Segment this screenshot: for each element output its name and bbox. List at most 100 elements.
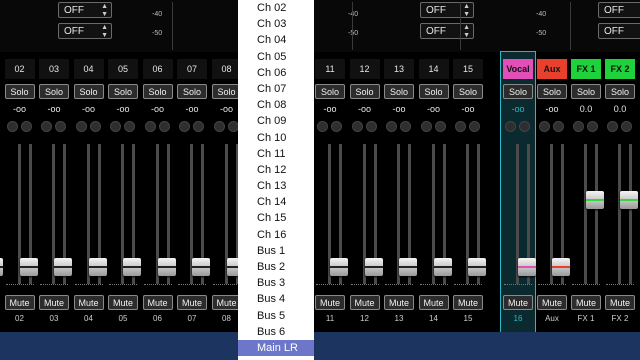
knob-icon[interactable] bbox=[607, 121, 618, 132]
knob-icon[interactable] bbox=[469, 121, 480, 132]
solo-button[interactable]: Solo bbox=[211, 84, 242, 99]
knob-icon[interactable] bbox=[6, 121, 18, 132]
knob-icon[interactable] bbox=[158, 121, 170, 132]
solo-button[interactable]: Solo bbox=[605, 84, 635, 99]
dropdown-option[interactable]: Ch 05 bbox=[238, 49, 314, 65]
channel-number[interactable]: 03 bbox=[39, 59, 69, 79]
channel-number[interactable]: 15 bbox=[453, 59, 483, 79]
dropdown-option[interactable]: Ch 02 bbox=[238, 0, 314, 16]
channel-number[interactable]: 12 bbox=[349, 59, 380, 79]
channel-select-dropdown[interactable]: Ch 02 Ch 03 Ch 04 Ch 05 Ch 06 Ch 07 Ch 08 Ch 09… bbox=[238, 0, 314, 360]
mute-button[interactable]: Mute bbox=[537, 295, 567, 310]
knob-icon[interactable] bbox=[386, 121, 397, 132]
channel-number[interactable]: 14 bbox=[418, 59, 449, 79]
solo-button[interactable]: Solo bbox=[537, 84, 567, 99]
channel-number[interactable]: 08 bbox=[211, 59, 242, 79]
knob-icon[interactable] bbox=[519, 121, 530, 132]
knob-icon[interactable] bbox=[434, 121, 446, 132]
mute-button[interactable]: Mute bbox=[177, 295, 207, 310]
knob-icon[interactable] bbox=[539, 121, 550, 132]
channel-number[interactable]: 05 bbox=[108, 59, 138, 79]
channel-strip[interactable]: 13 Solo -oo Mute 13 bbox=[382, 52, 417, 332]
knob-icon[interactable] bbox=[587, 121, 598, 132]
solo-button[interactable]: Solo bbox=[108, 84, 138, 99]
mute-button[interactable]: Mute bbox=[571, 295, 601, 310]
channel-strip[interactable]: 02 Solo -oo Mute 02 bbox=[3, 52, 38, 332]
channel-strip[interactable]: 07 Solo -oo Mute 07 bbox=[175, 52, 210, 332]
mute-button[interactable]: Mute bbox=[349, 295, 380, 310]
dropdown-option[interactable]: Ch 11 bbox=[238, 146, 314, 162]
fader-handle[interactable] bbox=[552, 258, 570, 277]
dropdown-option[interactable]: Ch 06 bbox=[238, 65, 314, 81]
channel-number[interactable]: FX 1 bbox=[571, 59, 601, 79]
channel-number[interactable]: 06 bbox=[142, 59, 173, 79]
knob-icon[interactable] bbox=[505, 121, 516, 132]
dropdown-option[interactable]: Ch 03 bbox=[238, 16, 314, 32]
dropdown-option[interactable]: Ch 10 bbox=[238, 130, 314, 146]
dropdown-option[interactable]: Main LR bbox=[238, 339, 314, 357]
mute-button[interactable]: Mute bbox=[503, 295, 533, 310]
dropdown-option[interactable]: Bus 4 bbox=[238, 291, 314, 307]
channel-strip[interactable]: Aux Solo -oo Mute Aux bbox=[535, 52, 570, 332]
knob-icon[interactable] bbox=[75, 121, 87, 132]
channel-number[interactable]: FX 2 bbox=[605, 59, 635, 79]
dropdown-option[interactable]: Bus 3 bbox=[238, 275, 314, 291]
solo-button[interactable]: Solo bbox=[349, 84, 380, 99]
knob-icon[interactable] bbox=[20, 121, 32, 132]
fader-handle[interactable] bbox=[19, 258, 38, 277]
fader-handle[interactable] bbox=[468, 258, 486, 277]
dropdown-option[interactable]: Ch 12 bbox=[238, 162, 314, 178]
mute-button[interactable]: Mute bbox=[211, 295, 242, 310]
fader-handle[interactable] bbox=[157, 258, 176, 277]
channel-number[interactable]: 07 bbox=[177, 59, 207, 79]
dropdown-option[interactable]: Bus 1 bbox=[238, 243, 314, 259]
dropdown-option[interactable]: Ch 07 bbox=[238, 81, 314, 97]
solo-button[interactable]: Solo bbox=[73, 84, 104, 99]
mute-button[interactable]: Mute bbox=[315, 295, 345, 310]
channel-strip[interactable]: 05 Solo -oo Mute 05 bbox=[106, 52, 141, 332]
channel-strip[interactable]: 15 Solo -oo Mute 15 bbox=[451, 52, 486, 332]
solo-button[interactable]: Solo bbox=[571, 84, 601, 99]
knob-icon[interactable] bbox=[213, 121, 225, 132]
channel-number[interactable]: 11 bbox=[315, 59, 345, 79]
channel-strip[interactable]: 12 Solo -oo Mute 12 bbox=[348, 52, 383, 332]
knob-icon[interactable] bbox=[89, 121, 101, 132]
fader-handle[interactable] bbox=[88, 258, 107, 277]
channel-strip[interactable]: 11 Solo -oo Mute 11 bbox=[313, 52, 348, 332]
fader-handle[interactable] bbox=[364, 258, 383, 277]
solo-button[interactable]: Solo bbox=[315, 84, 345, 99]
knob-icon[interactable] bbox=[110, 121, 121, 132]
knob-icon[interactable] bbox=[400, 121, 411, 132]
routing-select[interactable]: OFF▲▼ bbox=[420, 2, 474, 18]
solo-button[interactable]: Solo bbox=[4, 84, 35, 99]
dropdown-option[interactable]: Ch 04 bbox=[238, 32, 314, 48]
fader-handle[interactable] bbox=[330, 258, 348, 277]
channel-strip[interactable]: FX 1 Solo 0.0 Mute FX 1 bbox=[569, 52, 604, 332]
routing-select[interactable]: OFF▲▼ bbox=[58, 23, 112, 39]
knob-icon[interactable] bbox=[317, 121, 328, 132]
knob-icon[interactable] bbox=[573, 121, 584, 132]
channel-strip[interactable]: 03 Solo -oo Mute 03 bbox=[37, 52, 72, 332]
channel-strip[interactable]: 14 Solo -oo Mute 14 bbox=[417, 52, 452, 332]
mute-button[interactable]: Mute bbox=[73, 295, 104, 310]
channel-strip[interactable]: Vocal Solo -oo Mute 16 bbox=[500, 51, 536, 333]
mute-button[interactable]: Mute bbox=[453, 295, 483, 310]
knob-icon[interactable] bbox=[124, 121, 135, 132]
dropdown-option[interactable]: Ch 14 bbox=[238, 194, 314, 210]
routing-select[interactable]: OFF▲▼ bbox=[420, 23, 474, 39]
dropdown-option[interactable]: Ch 15 bbox=[238, 210, 314, 226]
fader-handle[interactable] bbox=[399, 258, 417, 277]
channel-strip[interactable]: 06 Solo -oo Mute 06 bbox=[141, 52, 176, 332]
solo-button[interactable]: Solo bbox=[384, 84, 414, 99]
channel-strip[interactable]: FX 2 Solo 0.0 Mute FX 2 bbox=[603, 52, 638, 332]
mute-button[interactable]: Mute bbox=[384, 295, 414, 310]
routing-select[interactable]: OFF▲▼ bbox=[598, 2, 640, 18]
knob-icon[interactable] bbox=[365, 121, 377, 132]
knob-icon[interactable] bbox=[193, 121, 204, 132]
fader-handle[interactable] bbox=[192, 258, 210, 277]
knob-icon[interactable] bbox=[420, 121, 432, 132]
mute-button[interactable]: Mute bbox=[605, 295, 635, 310]
knob-icon[interactable] bbox=[621, 121, 632, 132]
channel-number[interactable]: Aux bbox=[537, 59, 567, 79]
solo-button[interactable]: Solo bbox=[453, 84, 483, 99]
